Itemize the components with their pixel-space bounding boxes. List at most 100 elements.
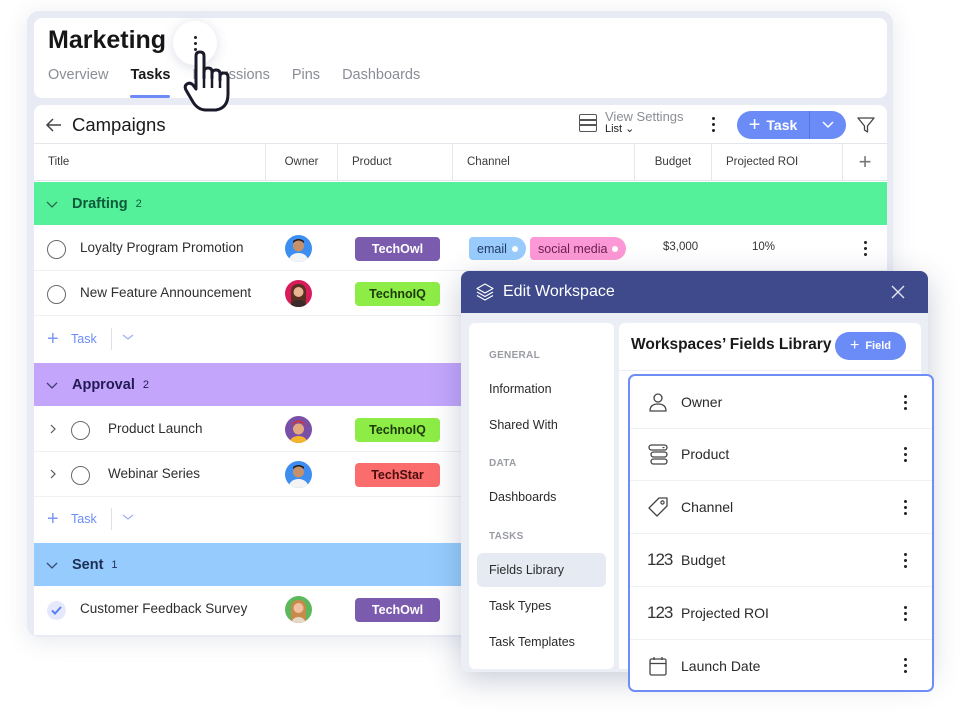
view-type-value: List ⌄	[605, 123, 635, 135]
field-label: Budget	[681, 552, 726, 568]
column-channel[interactable]: Channel	[453, 144, 635, 180]
collapse-chevron-icon[interactable]	[46, 379, 58, 391]
add-task-button[interactable]: + Task	[737, 111, 846, 139]
workspace-title: Marketing	[48, 26, 167, 54]
roi-value: 10%	[752, 241, 776, 253]
task-dropdown-chevron-icon[interactable]	[810, 121, 846, 129]
product-tag[interactable]: TechnoIQ	[355, 282, 440, 306]
dialog-header: Edit Workspace	[461, 271, 928, 313]
task-row[interactable]: Loyalty Program Promotion TechOwl email …	[34, 226, 887, 271]
group-name: Sent	[72, 556, 104, 573]
fields-library-title: Workspaces’ Fields Library	[631, 336, 832, 353]
workspace-header: Marketing Overview Tasks Discussions Pin…	[34, 18, 887, 98]
task-title[interactable]: New Feature Announcement	[80, 285, 251, 300]
task-title[interactable]: Loyalty Program Promotion	[80, 240, 244, 255]
column-product[interactable]: Product	[338, 144, 453, 180]
tab-tasks[interactable]: Tasks	[130, 66, 171, 98]
calendar-icon	[649, 656, 667, 676]
dialog-sidebar: GENERAL Information Shared With DATA Das…	[469, 323, 614, 669]
field-row-projected-roi[interactable]: 123 Projected ROI	[630, 587, 932, 640]
view-settings-button[interactable]: View Settings List ⌄	[579, 110, 684, 136]
group-count: 1	[111, 558, 118, 571]
product-tag[interactable]: TechOwl	[355, 237, 440, 261]
filter-icon[interactable]	[856, 115, 876, 135]
owner-avatar[interactable]	[285, 416, 312, 443]
close-icon[interactable]	[890, 284, 906, 300]
field-row-channel[interactable]: Channel	[630, 481, 932, 534]
column-owner[interactable]: Owner	[266, 144, 338, 180]
dialog-title: Edit Workspace	[503, 283, 615, 300]
task-complete-checkbox[interactable]	[47, 285, 66, 304]
fields-list: Owner Product Channel 123 Budget 123 Pro…	[628, 374, 934, 692]
owner-avatar[interactable]	[285, 280, 312, 307]
field-label: Owner	[681, 394, 723, 410]
more-vertical-icon	[193, 35, 197, 51]
back-arrow-icon[interactable]	[44, 115, 64, 135]
hand-pointer-cursor-icon	[183, 50, 230, 112]
product-tag[interactable]: TechnoIQ	[355, 418, 440, 442]
field-row-launch-date[interactable]: Launch Date	[630, 639, 932, 692]
owner-avatar[interactable]	[285, 596, 312, 623]
list-title: Campaigns	[72, 114, 166, 135]
number-icon: 123	[647, 603, 673, 622]
sidebar-item-fields-library[interactable]: Fields Library	[477, 553, 606, 587]
field-more-icon[interactable]	[904, 446, 907, 462]
chevron-down-icon[interactable]	[121, 332, 135, 342]
dropdown-list-icon	[648, 444, 668, 465]
owner-avatar[interactable]	[285, 235, 312, 262]
column-title[interactable]: Title	[34, 144, 266, 180]
group-header-drafting[interactable]: Drafting 2	[34, 182, 887, 225]
tag-icon	[648, 497, 668, 517]
column-budget[interactable]: Budget	[635, 144, 712, 180]
row-more-icon[interactable]	[864, 241, 867, 256]
field-row-product[interactable]: Product	[630, 428, 932, 481]
add-field-button[interactable]: + Field	[835, 332, 906, 360]
tab-dashboards[interactable]: Dashboards	[342, 66, 420, 98]
sidebar-item-task-types[interactable]: Task Types	[477, 589, 606, 623]
field-row-owner[interactable]: Owner	[630, 376, 932, 429]
channel-chip-email[interactable]: email	[469, 237, 526, 260]
task-title[interactable]: Webinar Series	[108, 466, 200, 481]
task-title[interactable]: Customer Feedback Survey	[80, 601, 247, 616]
chevron-down-icon[interactable]	[121, 512, 135, 522]
add-task-label[interactable]: Task	[71, 332, 97, 346]
toolbar-more-icon[interactable]	[712, 117, 715, 132]
collapse-chevron-icon[interactable]	[46, 559, 58, 571]
add-column-button[interactable]: +	[843, 144, 887, 180]
add-task-label[interactable]: Task	[71, 512, 97, 526]
column-projected-roi[interactable]: Projected ROI	[712, 144, 843, 180]
field-row-budget[interactable]: 123 Budget	[630, 534, 932, 587]
sidebar-item-task-templates[interactable]: Task Templates	[477, 625, 606, 659]
field-label: Product	[681, 446, 730, 462]
product-tag[interactable]: TechStar	[355, 463, 440, 487]
task-complete-checkbox[interactable]	[71, 421, 90, 440]
field-more-icon[interactable]	[904, 499, 907, 515]
task-complete-checkbox[interactable]	[71, 466, 90, 485]
field-more-icon[interactable]	[904, 605, 907, 621]
task-title[interactable]: Product Launch	[108, 421, 203, 436]
sidebar-item-shared-with[interactable]: Shared With	[477, 408, 606, 442]
channel-chip-social-media[interactable]: social media	[530, 237, 627, 260]
sidebar-item-information[interactable]: Information	[477, 372, 606, 406]
sidebar-section-data: DATA	[489, 458, 517, 469]
field-more-icon[interactable]	[904, 658, 907, 673]
expand-chevron-icon[interactable]	[48, 423, 58, 435]
tab-overview[interactable]: Overview	[48, 66, 108, 98]
owner-avatar[interactable]	[285, 461, 312, 488]
field-more-icon[interactable]	[904, 552, 907, 568]
expand-chevron-icon[interactable]	[48, 468, 58, 480]
task-complete-checkbox[interactable]	[47, 240, 66, 259]
group-count: 2	[142, 378, 149, 391]
plus-icon: +	[748, 114, 761, 136]
plus-icon: +	[47, 328, 59, 350]
product-tag[interactable]: TechOwl	[355, 598, 440, 622]
collapse-chevron-icon[interactable]	[46, 198, 58, 210]
tab-pins[interactable]: Pins	[292, 66, 320, 98]
workspace-tabs: Overview Tasks Discussions Pins Dashboar…	[48, 66, 442, 98]
field-more-icon[interactable]	[904, 394, 907, 410]
sidebar-item-dashboards[interactable]: Dashboards	[477, 480, 606, 514]
sidebar-section-general: GENERAL	[489, 350, 540, 361]
plus-icon: +	[47, 508, 59, 530]
group-count: 2	[135, 197, 142, 210]
task-completed-check-icon[interactable]	[47, 601, 66, 620]
